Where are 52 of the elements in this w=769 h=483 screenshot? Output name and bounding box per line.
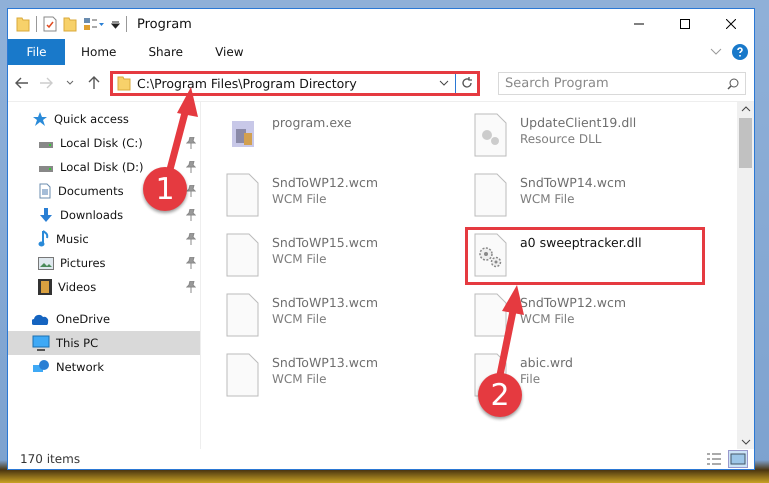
file-type: WCM File (272, 372, 328, 386)
file-name: SndToWP12.wcm (520, 295, 626, 310)
nav-label: Music (56, 232, 89, 246)
file-name: abic.wrd (520, 355, 573, 370)
file-type: WCM File (520, 312, 576, 326)
file-type: WCM File (272, 252, 328, 266)
nav-item[interactable]: Local Disk (C:) (8, 131, 143, 155)
file-type: WCM File (272, 192, 328, 206)
nav-item[interactable]: Videos (8, 275, 96, 299)
file-type: WCM File (520, 192, 576, 206)
nav-item[interactable]: Local Disk (D:) (8, 155, 144, 179)
ribbon-tab[interactable]: Share (132, 39, 200, 65)
file-name: SndToWP12.wcm (272, 175, 378, 190)
nav-item[interactable]: OneDrive (8, 307, 110, 331)
nav-item[interactable]: Music (8, 227, 89, 251)
ribbon-tab[interactable]: View (199, 39, 260, 65)
nav-label: OneDrive (56, 312, 110, 326)
file-item[interactable]: a0 sweeptracker.dll (465, 227, 705, 285)
file-name: UpdateClient19.dll (520, 115, 636, 130)
file-name: SndToWP14.wcm (520, 175, 626, 190)
nav-item[interactable]: Downloads (8, 203, 124, 227)
item-count: 170 items (20, 452, 80, 466)
ribbon-tab[interactable]: File (8, 39, 65, 65)
file-name: SndToWP13.wcm (272, 355, 378, 370)
window-title: Program (137, 16, 192, 32)
nav-item[interactable]: Network (8, 355, 104, 379)
file-name: a0 sweeptracker.dll (520, 235, 642, 250)
address-field[interactable]: C:\Program Files\Program Directory (110, 70, 480, 96)
nav-label: This PC (56, 336, 98, 350)
callout-number: 1 (143, 167, 187, 211)
nav-item[interactable]: This PC (8, 331, 200, 355)
search-field[interactable]: Search Program (498, 72, 746, 94)
file-name: SndToWP13.wcm (272, 295, 378, 310)
nav-label: Downloads (60, 208, 124, 222)
nav-label: Network (56, 360, 104, 374)
nav-label: Pictures (60, 256, 106, 270)
address-path: C:\Program Files\Program Directory (137, 76, 358, 90)
nav-label: Local Disk (C:) (60, 136, 143, 150)
nav-label: Videos (58, 280, 96, 294)
callout-number: 2 (478, 373, 522, 417)
ribbon-tab[interactable]: Home (65, 39, 132, 65)
nav-item[interactable]: Documents (8, 179, 124, 203)
file-type: Resource DLL (520, 132, 602, 146)
nav-label: Documents (58, 184, 124, 198)
nav-item[interactable]: Pictures (8, 251, 106, 275)
nav-label: Local Disk (D:) (60, 160, 144, 174)
nav-label: Quick access (54, 112, 129, 126)
file-type: File (520, 372, 542, 386)
file-type: WCM File (272, 312, 328, 326)
file-name: program.exe (272, 115, 352, 130)
file-name: SndToWP15.wcm (272, 235, 378, 250)
nav-item[interactable]: Quick access (8, 107, 129, 131)
